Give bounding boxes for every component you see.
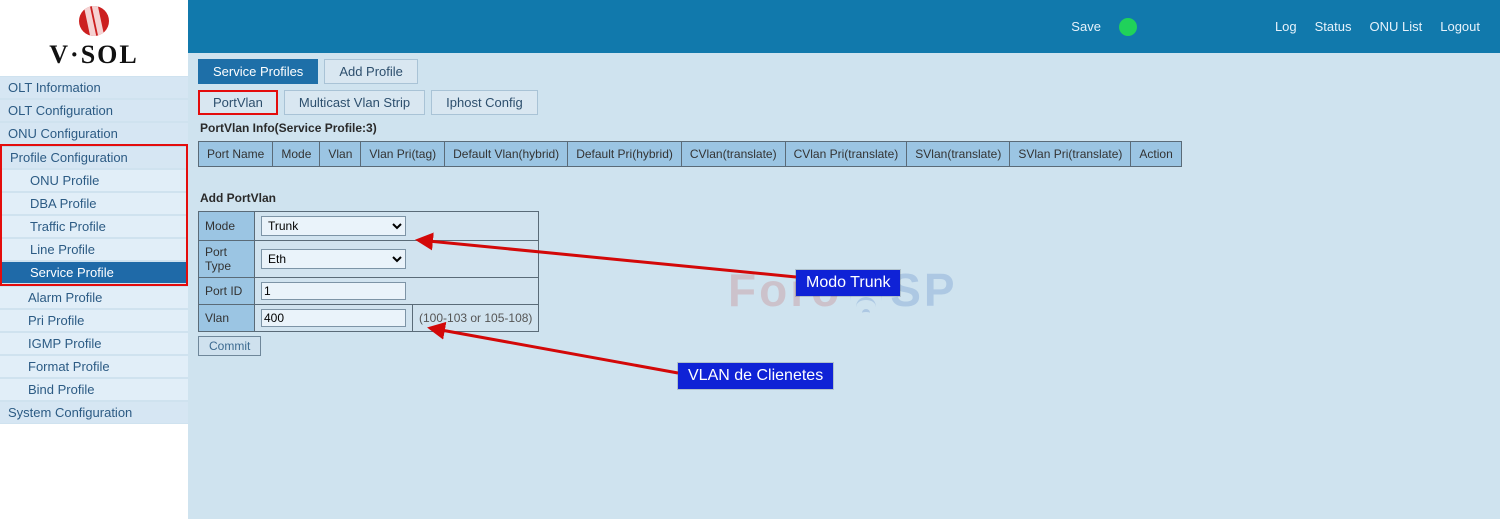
logo-icon (79, 6, 109, 36)
col-vlan-pri: Vlan Pri(tag) (361, 142, 445, 167)
col-vlan: Vlan (320, 142, 361, 167)
heading-add-portvlan: Add PortVlan (200, 191, 1490, 205)
tab-add-profile[interactable]: Add Profile (324, 59, 418, 84)
nav-item-service-profile[interactable]: Service Profile (2, 261, 186, 284)
logout-link[interactable]: Logout (1440, 19, 1480, 34)
nav-item-onu-profile[interactable]: ONU Profile (2, 169, 186, 192)
vlan-hint: (100-103 or 105-108) (413, 305, 539, 332)
sidebar: V·SOL OLT Information OLT Configuration … (0, 0, 188, 519)
nav-item-pri-profile[interactable]: Pri Profile (0, 309, 188, 332)
nav-system-configuration[interactable]: System Configuration (0, 401, 188, 424)
nav-item-igmp-profile[interactable]: IGMP Profile (0, 332, 188, 355)
port-type-select[interactable]: Eth (261, 249, 406, 269)
nav-item-traffic-profile[interactable]: Traffic Profile (2, 215, 186, 238)
content-pane: Service Profiles Add Profile PortVlan Mu… (188, 53, 1500, 519)
nav-item-dba-profile[interactable]: DBA Profile (2, 192, 186, 215)
onu-list-link[interactable]: ONU List (1370, 19, 1423, 34)
log-link[interactable]: Log (1275, 19, 1297, 34)
save-link[interactable]: Save (1071, 19, 1101, 34)
status-indicator-icon (1119, 18, 1137, 36)
portvlan-info-header: Port Name Mode Vlan Vlan Pri(tag) Defaul… (199, 142, 1182, 167)
nav-item-alarm-profile[interactable]: Alarm Profile (0, 286, 188, 309)
logo: V·SOL (0, 0, 188, 76)
tabs-primary: Service Profiles Add Profile (198, 59, 1490, 84)
col-default-vlan: Default Vlan(hybrid) (445, 142, 568, 167)
col-action: Action (1131, 142, 1181, 167)
callout-modo-trunk: Modo Trunk (796, 270, 900, 296)
nav-olt-information[interactable]: OLT Information (0, 76, 188, 99)
col-cvlan: CVlan(translate) (681, 142, 785, 167)
tab-portvlan[interactable]: PortVlan (198, 90, 278, 115)
vlan-input[interactable] (261, 309, 406, 327)
col-svlan: SVlan(translate) (907, 142, 1010, 167)
heading-portvlan-info: PortVlan Info(Service Profile:3) (200, 121, 1490, 135)
label-port-id: Port ID (199, 278, 255, 305)
highlight-profile-config: Profile Configuration ONU Profile DBA Pr… (0, 144, 188, 286)
port-id-input[interactable] (261, 282, 406, 300)
commit-button[interactable]: Commit (198, 336, 261, 356)
label-port-type: Port Type (199, 241, 255, 278)
callout-vlan-clientes: VLAN de Clienetes (678, 363, 833, 389)
col-port-name: Port Name (199, 142, 273, 167)
label-mode: Mode (199, 212, 255, 241)
col-svlan-pri: SVlan Pri(translate) (1010, 142, 1131, 167)
tab-iphost-config[interactable]: Iphost Config (431, 90, 538, 115)
nav-item-format-profile[interactable]: Format Profile (0, 355, 188, 378)
status-link[interactable]: Status (1315, 19, 1352, 34)
mode-select[interactable]: Trunk (261, 216, 406, 236)
add-portvlan-form: Mode Trunk Port Type Eth Port ID (198, 211, 539, 332)
main-area: Save Log Status ONU List Logout Service … (188, 0, 1500, 519)
portvlan-info-table: Port Name Mode Vlan Vlan Pri(tag) Defaul… (198, 141, 1182, 167)
nav-item-bind-profile[interactable]: Bind Profile (0, 378, 188, 401)
col-cvlan-pri: CVlan Pri(translate) (785, 142, 907, 167)
tab-service-profiles[interactable]: Service Profiles (198, 59, 318, 84)
tabs-secondary: PortVlan Multicast Vlan Strip Iphost Con… (198, 90, 1490, 115)
tab-multicast-vlan-strip[interactable]: Multicast Vlan Strip (284, 90, 425, 115)
col-default-pri: Default Pri(hybrid) (568, 142, 682, 167)
top-bar: Save Log Status ONU List Logout (188, 0, 1500, 53)
nav-onu-configuration[interactable]: ONU Configuration (0, 122, 188, 145)
nav-olt-configuration[interactable]: OLT Configuration (0, 99, 188, 122)
nav-item-line-profile[interactable]: Line Profile (2, 238, 186, 261)
label-vlan: Vlan (199, 305, 255, 332)
logo-text: V·SOL (49, 40, 138, 70)
col-mode: Mode (273, 142, 320, 167)
nav-profile-configuration[interactable]: Profile Configuration (2, 146, 186, 169)
